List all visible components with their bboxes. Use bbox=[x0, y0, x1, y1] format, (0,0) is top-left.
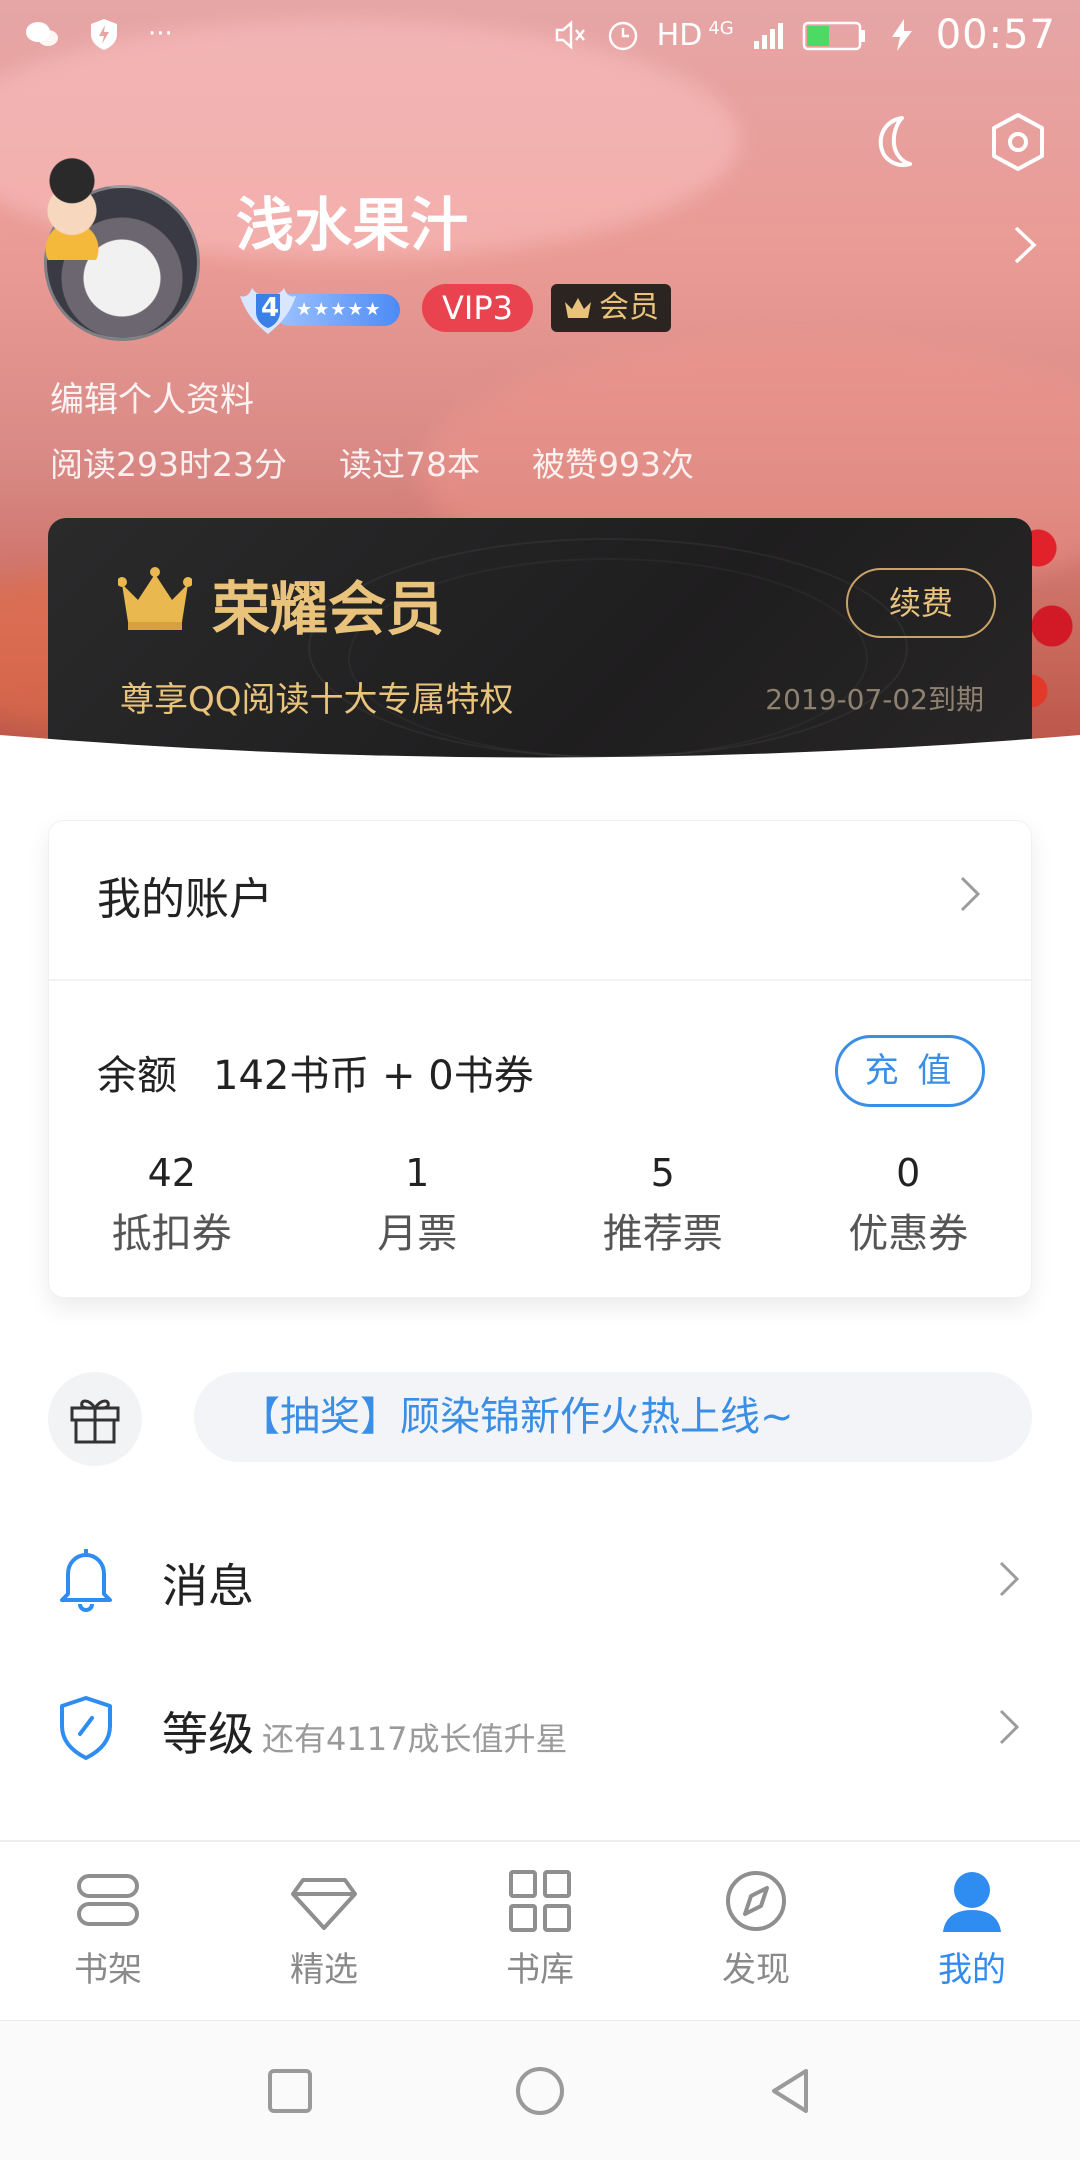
battery-icon bbox=[802, 21, 865, 51]
network-label: HD bbox=[656, 17, 703, 53]
likes-count: 被赞993次 bbox=[531, 445, 694, 484]
member-badge[interactable]: 会员 bbox=[550, 284, 671, 332]
gift-icon bbox=[70, 1399, 120, 1444]
ticket-label: 优惠券 bbox=[848, 1211, 969, 1257]
profile-chevron-right-icon[interactable] bbox=[1010, 222, 1040, 268]
tab-library[interactable]: 书库 bbox=[432, 1842, 648, 2020]
ticket-monthly[interactable]: 1 月票 bbox=[295, 1151, 541, 1259]
tab-featured[interactable]: 精选 bbox=[216, 1842, 432, 2020]
ticket-label: 推荐票 bbox=[602, 1211, 723, 1257]
member-badge-label: 会员 bbox=[598, 290, 659, 325]
account-card: 我的账户 余额 142书币 + 0书券 充 值 42 抵扣券 1 月票 5 推荐… bbox=[48, 820, 1032, 1298]
username[interactable]: 浅水果汁 bbox=[236, 178, 468, 262]
grid-icon bbox=[509, 1870, 571, 1932]
vip-badge[interactable]: VIP3 bbox=[422, 284, 533, 332]
avatar-pendant-decoration bbox=[32, 150, 112, 260]
shield-flash-icon bbox=[91, 19, 117, 50]
clock: 00:57 bbox=[935, 12, 1056, 58]
reading-time: 阅读293时23分 bbox=[50, 445, 287, 484]
recharge-button[interactable]: 充 值 bbox=[835, 1035, 985, 1107]
ticket-label: 月票 bbox=[377, 1211, 458, 1257]
account-title[interactable]: 我的账户 bbox=[97, 863, 273, 927]
menu-item-level[interactable]: 等级 还有4117成长值升星 bbox=[0, 1666, 1080, 1786]
recent-apps-icon[interactable] bbox=[262, 2063, 318, 2119]
tab-mine[interactable]: 我的 bbox=[864, 1842, 1080, 2020]
level-stars: ★★★★★ bbox=[296, 299, 382, 320]
signal-type-label: 4G bbox=[708, 17, 734, 39]
bookshelf-icon bbox=[77, 1874, 139, 1926]
gold-crown-icon bbox=[118, 567, 192, 630]
ticket-value: 0 bbox=[896, 1151, 921, 1195]
level-progress-text: 还有4117成长值升星 bbox=[262, 1720, 568, 1758]
level-chevron-right-icon bbox=[999, 1709, 1020, 1745]
ticket-value: 5 bbox=[650, 1151, 675, 1195]
home-icon[interactable] bbox=[512, 2063, 568, 2119]
messages-chevron-right-icon bbox=[999, 1561, 1020, 1597]
account-chevron-right-icon[interactable] bbox=[959, 875, 981, 913]
balance-value: 142书币 + 0书券 bbox=[213, 1053, 534, 1099]
balance-label: 余额 bbox=[97, 1053, 177, 1099]
wechat-icon bbox=[26, 22, 58, 46]
night-mode-icon[interactable] bbox=[862, 110, 926, 174]
settings-icon[interactable] bbox=[986, 110, 1050, 174]
bottom-tab-bar: 书架 精选 书库 发现 我的 bbox=[0, 1840, 1080, 2020]
header-curve-divider bbox=[0, 735, 1080, 840]
crown-icon bbox=[564, 298, 591, 318]
tab-bookshelf[interactable]: 书架 bbox=[0, 1842, 216, 2020]
mute-icon bbox=[555, 20, 585, 50]
messages-label: 消息 bbox=[162, 1559, 254, 1613]
promo-banner[interactable]: 【抽奖】顾染锦新作火热上线~ bbox=[194, 1372, 1032, 1462]
tab-label: 精选 bbox=[290, 1950, 358, 1990]
edit-profile-link[interactable]: 编辑个人资料 bbox=[50, 372, 254, 421]
back-icon[interactable] bbox=[762, 2063, 818, 2119]
tab-label: 发现 bbox=[722, 1950, 790, 1990]
charging-icon bbox=[891, 19, 912, 51]
level-title: 等级 bbox=[162, 1707, 254, 1761]
vip-card-title: 荣耀会员 bbox=[212, 575, 445, 643]
tab-label: 我的 bbox=[938, 1950, 1006, 1990]
system-navigation-bar bbox=[0, 2020, 1080, 2160]
status-bar: ··· HD 4G 00:57 bbox=[0, 0, 1080, 72]
ticket-deduction[interactable]: 42 抵扣券 bbox=[49, 1151, 295, 1259]
alarm-icon bbox=[608, 21, 637, 51]
level-number: 4 bbox=[260, 293, 280, 323]
signal-strength-icon bbox=[753, 23, 783, 49]
diamond-icon bbox=[291, 1878, 357, 1930]
ticket-recommend[interactable]: 5 推荐票 bbox=[540, 1151, 786, 1259]
person-icon bbox=[943, 1872, 1001, 1932]
level-label: 等级 还有4117成长值升星 bbox=[162, 1698, 567, 1764]
books-read: 读过78本 bbox=[338, 445, 480, 484]
ticket-value: 42 bbox=[147, 1151, 196, 1195]
level-badge[interactable]: 4 ★★★★★ bbox=[236, 284, 404, 334]
bell-icon bbox=[60, 1549, 112, 1613]
tab-label: 书架 bbox=[74, 1950, 142, 1990]
reading-stats: 阅读293时23分 读过78本 被赞993次 bbox=[50, 438, 694, 486]
tab-discover[interactable]: 发现 bbox=[648, 1842, 864, 2020]
balance-row: 余额 142书币 + 0书券 bbox=[97, 1043, 534, 1101]
tab-label: 书库 bbox=[506, 1950, 574, 1990]
more-notifications-icon: ··· bbox=[148, 19, 173, 49]
ticket-coupon[interactable]: 0 优惠券 bbox=[786, 1151, 1032, 1259]
ticket-value: 1 bbox=[405, 1151, 430, 1195]
menu-item-messages[interactable]: 消息 bbox=[0, 1518, 1080, 1638]
renew-button[interactable]: 续费 bbox=[846, 568, 996, 638]
ticket-label: 抵扣券 bbox=[111, 1211, 232, 1257]
gift-button[interactable] bbox=[48, 1372, 142, 1466]
compass-icon bbox=[726, 1871, 786, 1931]
level-shield-outline-icon bbox=[60, 1696, 112, 1760]
